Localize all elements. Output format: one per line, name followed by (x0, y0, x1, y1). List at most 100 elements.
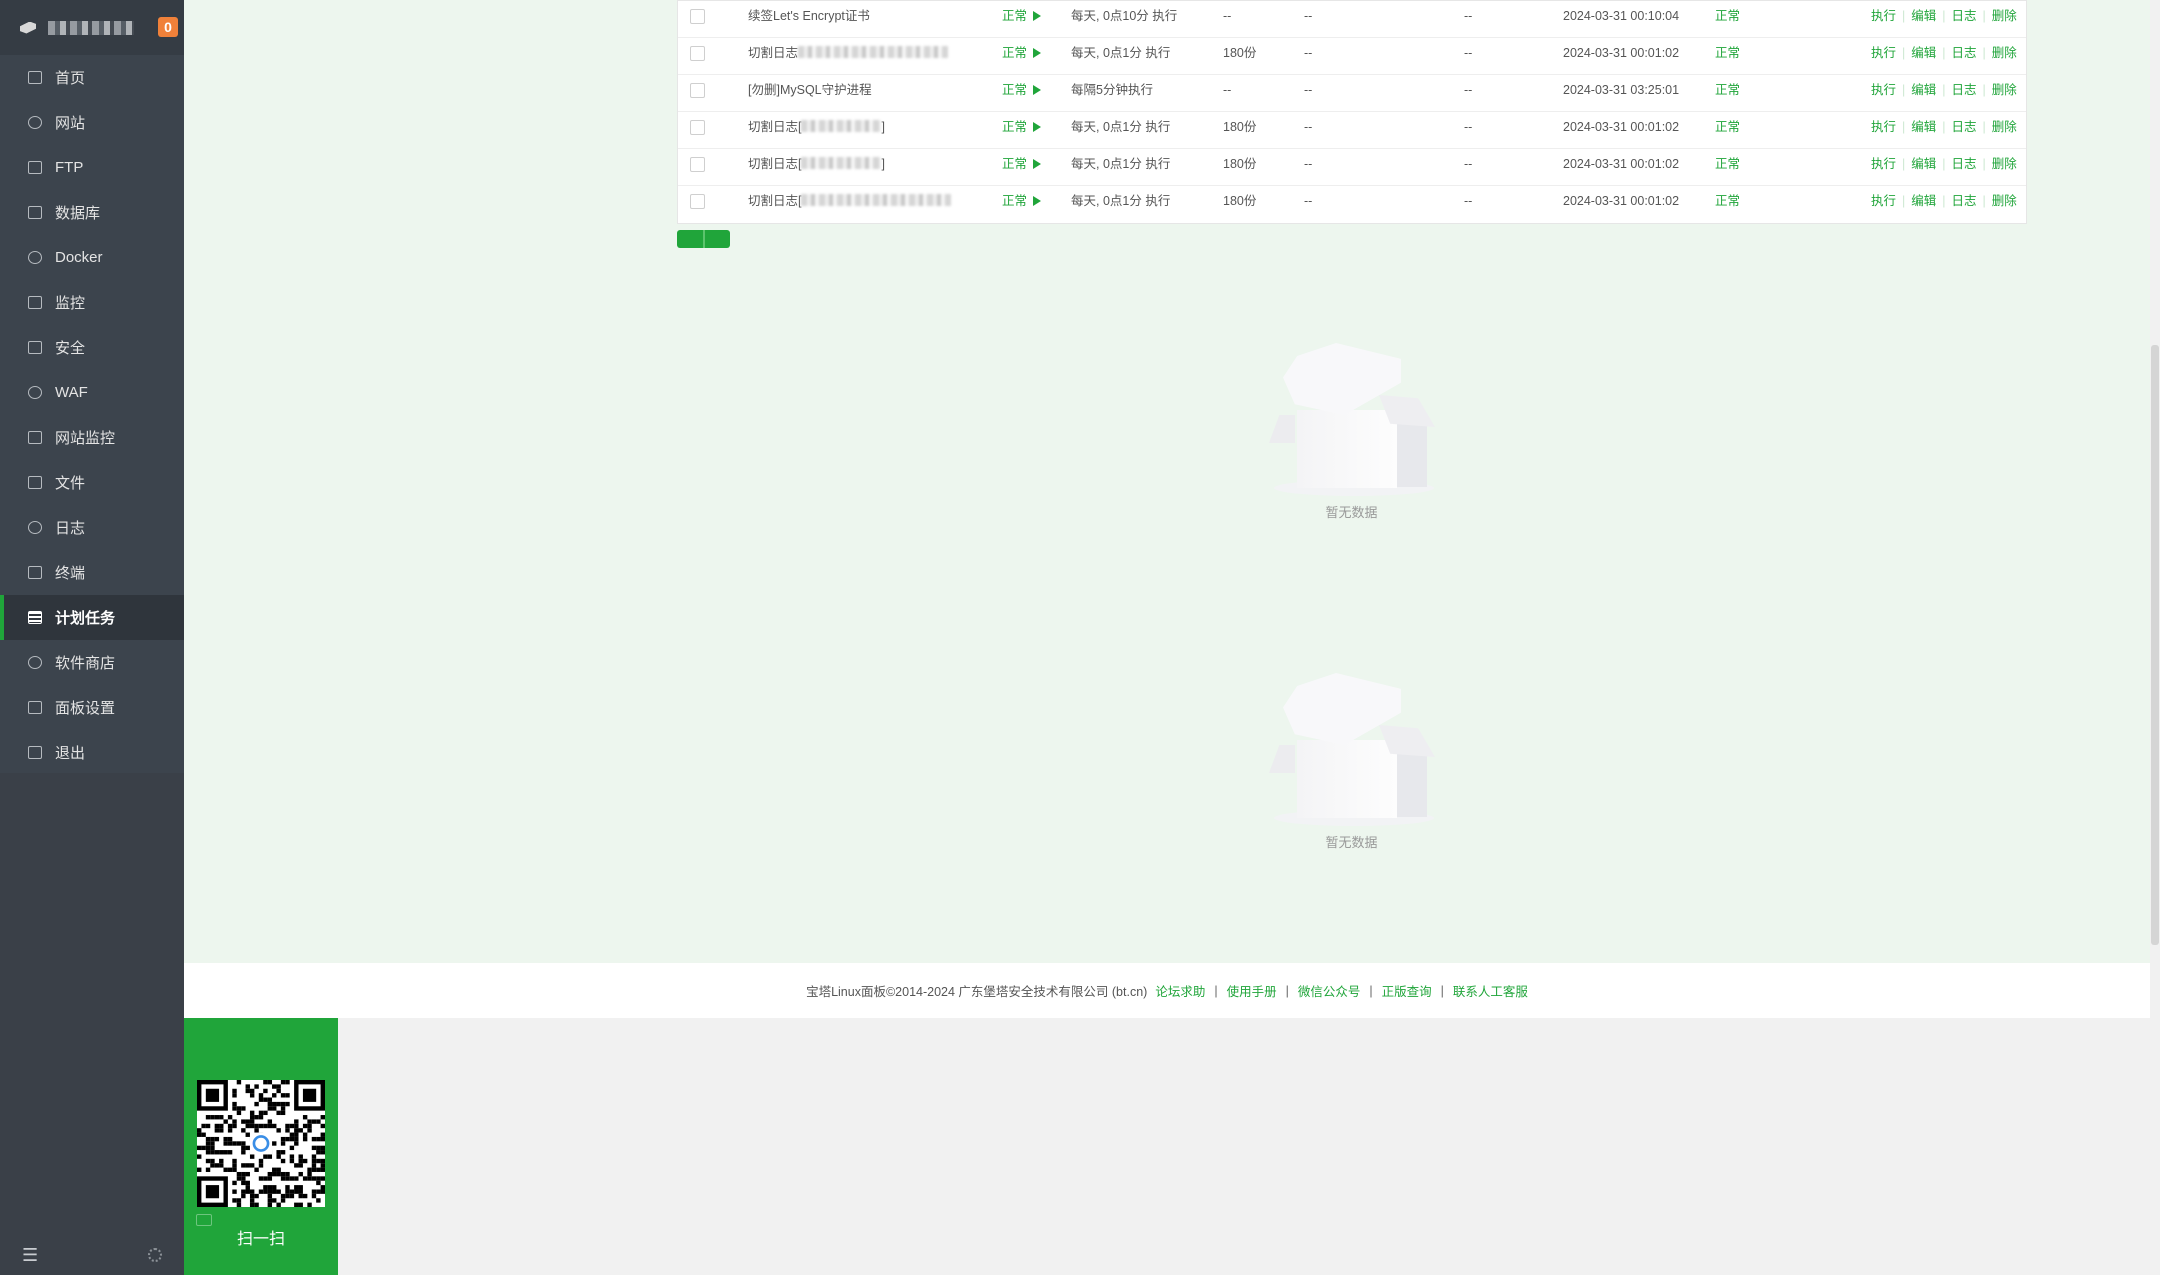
task-last-run: 2024-03-31 00:01:02 (1563, 120, 1680, 134)
sidebar-item-label: 计划任务 (55, 610, 116, 627)
sidebar-item-3[interactable]: 数据库 (0, 190, 184, 235)
qr-label: 扫一扫 (236, 1231, 285, 1248)
status-text: 正常 (1002, 9, 1028, 23)
scrollbar-thumb[interactable] (2151, 345, 2159, 945)
task-name: 续签Let's Encrypt证书 (748, 1, 870, 38)
run-button[interactable]: 执行 (1871, 9, 1896, 23)
task-actions: 执行 | 编辑 | 日志 | 删除 (1871, 83, 2017, 97)
folder-icon (28, 476, 42, 489)
row-checkbox[interactable] (690, 194, 705, 209)
page-button[interactable] (702, 230, 731, 248)
cron-task-table: 续签Let's Encrypt证书 正常 每天, 0点10分 执行 -- -- -- 202… (677, 0, 2027, 224)
footer-separator: | (1285, 983, 1289, 998)
table-row: 切割日志[] 正常 每天, 0点1分 执行 180份 -- -- 2024-03-31 00… (678, 112, 2026, 149)
footer-link-3[interactable]: 正版查询 (1382, 981, 1432, 1000)
server-name-redacted (48, 20, 134, 35)
task-actions: 执行 | 编辑 | 日志 | 删除 (1871, 46, 2017, 60)
sidebar-item-11[interactable]: 终端 (0, 550, 184, 595)
delete-button[interactable]: 删除 (1992, 46, 2017, 60)
edit-button[interactable]: 编辑 (1911, 9, 1936, 23)
sidebar-item-13[interactable]: 软件商店 (0, 640, 184, 685)
sidebar-item-label: 文件 (55, 475, 86, 492)
sidebar-item-5[interactable]: 监控 (0, 280, 184, 325)
delete-button[interactable]: 删除 (1992, 194, 2017, 208)
sidebar-item-7[interactable]: WAF (0, 370, 184, 415)
empty-state: 暂无数据 (1269, 335, 1435, 521)
sidebar-item-12[interactable]: 计划任务 (0, 595, 184, 640)
log-button[interactable]: 日志 (1952, 46, 1977, 60)
task-name-text: 切割日志[ (748, 120, 802, 134)
sidebar-item-15[interactable]: 退出 (0, 730, 184, 775)
task-status-toggle[interactable]: 正常 (1002, 149, 1042, 186)
log-button[interactable]: 日志 (1952, 194, 1977, 208)
run-button[interactable]: 执行 (1871, 120, 1896, 134)
notification-badge[interactable]: 0 (158, 17, 178, 37)
sidebar-item-label: 终端 (55, 565, 86, 582)
run-button[interactable]: 执行 (1871, 83, 1896, 97)
sidebar-item-6[interactable]: 安全 (0, 325, 184, 370)
log-button[interactable]: 日志 (1952, 120, 1977, 134)
footer-link-0[interactable]: 论坛求助 (1155, 981, 1205, 1000)
footer-link-2[interactable]: 微信公众号 (1298, 981, 1361, 1000)
row-checkbox[interactable] (690, 157, 705, 172)
task-backup-to: -- (1304, 9, 1313, 23)
row-checkbox[interactable] (690, 120, 705, 135)
run-button[interactable]: 执行 (1871, 194, 1896, 208)
qr-code (197, 1080, 325, 1207)
sidebar-item-2[interactable]: FTP (0, 145, 184, 190)
task-status-toggle[interactable]: 正常 (1002, 1, 1042, 38)
task-last-run: 2024-03-31 00:01:02 (1563, 194, 1680, 208)
delete-button[interactable]: 删除 (1992, 9, 2017, 23)
task-status-toggle[interactable]: 正常 (1002, 112, 1042, 149)
table-row: [勿删]MySQL守护进程 正常 每隔5分钟执行 -- -- -- 2024-03-31 0… (678, 75, 2026, 112)
status-text: 正常 (1002, 46, 1028, 60)
run-button[interactable]: 执行 (1871, 157, 1896, 171)
edit-button[interactable]: 编辑 (1911, 46, 1936, 60)
task-status-toggle[interactable]: 正常 (1002, 38, 1042, 75)
pagination[interactable] (677, 230, 730, 248)
edit-button[interactable]: 编辑 (1911, 83, 1936, 97)
log-button[interactable]: 日志 (1952, 157, 1977, 171)
log-button[interactable]: 日志 (1952, 83, 1977, 97)
task-name-text: 切割日志[ (748, 194, 802, 208)
sidebar-item-14[interactable]: 面板设置 (0, 685, 184, 730)
delete-button[interactable]: 删除 (1992, 157, 2017, 171)
sidebar-item-8[interactable]: 网站监控 (0, 415, 184, 460)
status-text: 正常 (1002, 120, 1028, 134)
sidebar-menu: 首页网站 FTP 数据库 Docker 监控 安全 WAF 网站监控文件日志终端计划任务软件商… (0, 55, 184, 773)
sidebar-item-9[interactable]: 文件 (0, 460, 184, 505)
ftp-icon (28, 161, 42, 174)
footer-link-1[interactable]: 使用手册 (1227, 981, 1277, 1000)
play-icon (1033, 122, 1042, 132)
run-button[interactable]: 执行 (1871, 46, 1896, 60)
delete-button[interactable]: 删除 (1992, 120, 2017, 134)
edit-button[interactable]: 编辑 (1911, 120, 1936, 134)
task-name: [勿删]MySQL守护进程 (748, 75, 872, 112)
task-result: 正常 (1715, 157, 1741, 171)
collapse-menu-icon[interactable]: ☰ (22, 1245, 38, 1266)
sidebar-item-10[interactable]: 日志 (0, 505, 184, 550)
log-button[interactable]: 日志 (1952, 9, 1977, 23)
page-button[interactable] (677, 230, 703, 248)
task-save-count: 180份 (1223, 157, 1257, 171)
task-status-toggle[interactable]: 正常 (1002, 186, 1042, 223)
row-checkbox[interactable] (690, 46, 705, 61)
delete-button[interactable]: 删除 (1992, 83, 2017, 97)
footer-link-4[interactable]: 联系人工客服 (1453, 981, 1528, 1000)
edit-button[interactable]: 编辑 (1911, 194, 1936, 208)
row-checkbox[interactable] (690, 83, 705, 98)
sidebar-item-4[interactable]: Docker (0, 235, 184, 280)
task-last-run: 2024-03-31 00:01:02 (1563, 157, 1680, 171)
edit-button[interactable]: 编辑 (1911, 157, 1936, 171)
row-checkbox[interactable] (690, 9, 705, 24)
sidebar-empty-area (0, 773, 184, 1275)
sidebar-item-1[interactable]: 网站 (0, 100, 184, 145)
sidebar-item-0[interactable]: 首页 (0, 55, 184, 100)
task-save-count: -- (1223, 9, 1232, 23)
redacted-text (798, 46, 949, 58)
calendar-icon (28, 611, 42, 624)
theme-settings-icon[interactable] (148, 1248, 162, 1262)
footer-separator: | (1440, 983, 1444, 998)
sidebar-item-label: 网站 (55, 115, 86, 132)
task-status-toggle[interactable]: 正常 (1002, 75, 1042, 112)
